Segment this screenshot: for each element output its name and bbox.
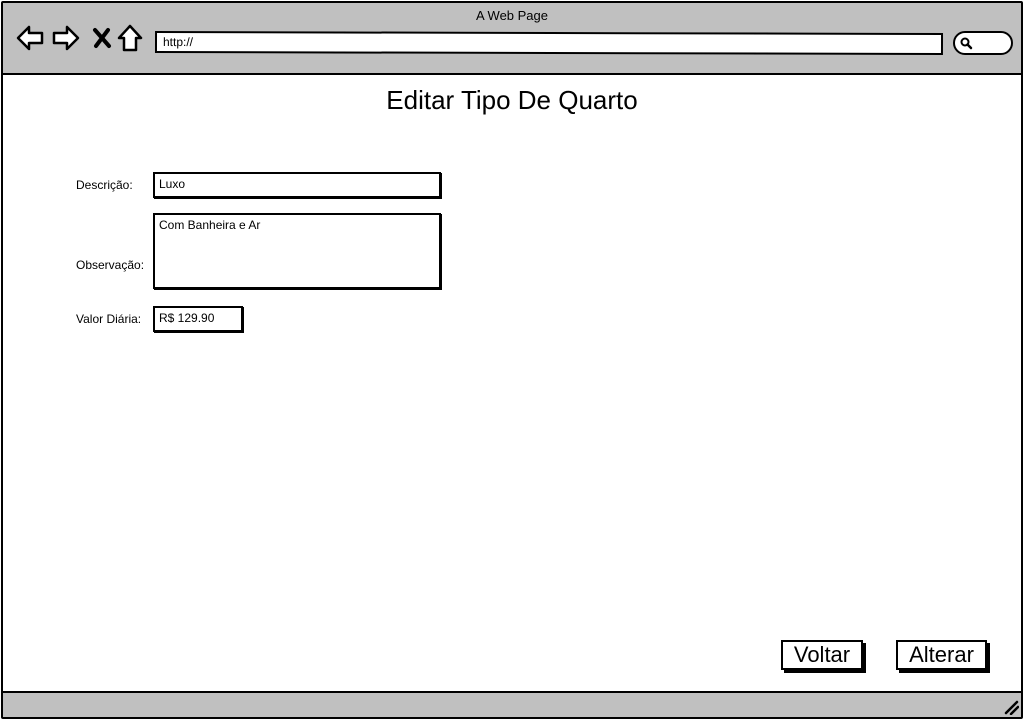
resize-grip-icon[interactable] bbox=[1003, 699, 1020, 716]
arrow-right-icon[interactable] bbox=[51, 23, 81, 53]
browser-search-box[interactable] bbox=[953, 31, 1013, 55]
valor-diaria-input[interactable]: R$ 129.90 bbox=[153, 306, 243, 332]
observacao-textarea[interactable]: Com Banheira e Ar bbox=[153, 213, 441, 289]
descricao-input[interactable]: Luxo bbox=[153, 172, 441, 198]
descricao-label: Descrição: bbox=[76, 178, 133, 192]
alterar-button[interactable]: Alterar bbox=[896, 640, 987, 670]
search-icon bbox=[959, 36, 973, 50]
url-input[interactable]: http:// bbox=[154, 30, 944, 56]
status-bar bbox=[3, 691, 1021, 717]
window-title: A Web Page bbox=[475, 8, 549, 23]
close-icon[interactable] bbox=[87, 23, 117, 53]
voltar-button[interactable]: Voltar bbox=[781, 640, 863, 670]
home-icon[interactable] bbox=[115, 23, 145, 53]
valor-diaria-label: Valor Diária: bbox=[76, 312, 142, 326]
arrow-left-icon[interactable] bbox=[15, 23, 45, 53]
observacao-label: Observação: bbox=[76, 258, 145, 272]
browser-toolbar: A Web Page http:// bbox=[3, 3, 1021, 75]
browser-window: A Web Page http:// Editar Tipo De Quarto… bbox=[1, 1, 1023, 719]
page-title: Editar Tipo De Quarto bbox=[386, 85, 638, 115]
